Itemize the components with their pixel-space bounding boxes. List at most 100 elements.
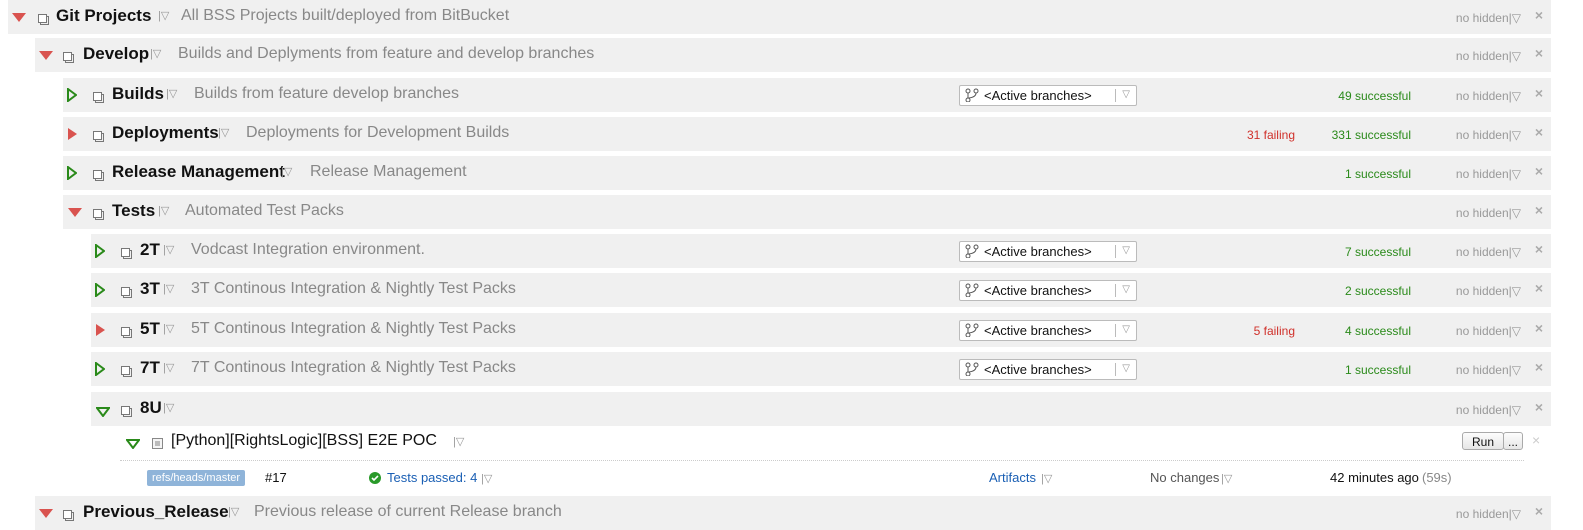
branch-selector[interactable]: <Active branches> ▽ [959,85,1137,106]
close-icon[interactable]: × [1535,202,1543,218]
hidden-filter[interactable]: no hidden|▽ [1456,206,1521,220]
project-menu-caret-icon[interactable]: |▽ [158,9,169,22]
hidden-filter[interactable]: no hidden|▽ [1456,167,1521,181]
project-menu-caret-icon[interactable]: |▽ [150,47,161,60]
more-options-button[interactable]: ... [1503,432,1523,450]
project-menu-caret-icon[interactable]: |▽ [166,87,177,100]
close-icon[interactable]: × [1535,280,1543,296]
hidden-filter-caret-icon[interactable]: |▽ [1509,284,1521,298]
build-config-name[interactable]: [Python][RightsLogic][BSS] E2E POC [171,432,437,450]
chevron-down-icon[interactable]: ▽ [1122,245,1130,256]
changes-caret-icon[interactable]: |▽ [1221,472,1232,485]
hidden-filter[interactable]: no hidden|▽ [1456,284,1521,298]
hidden-filter-caret-icon[interactable]: |▽ [1509,206,1521,220]
run-button[interactable]: Run [1462,432,1504,450]
chevron-down-icon[interactable]: ▽ [1122,284,1130,295]
project-menu-caret-icon[interactable]: |▽ [163,243,174,256]
hidden-filter[interactable]: no hidden|▽ [1456,403,1521,417]
hidden-filter-caret-icon[interactable]: |▽ [1509,167,1521,181]
close-icon[interactable]: × [1532,432,1540,448]
hidden-filter-caret-icon[interactable]: |▽ [1509,49,1521,63]
hidden-filter-caret-icon[interactable]: |▽ [1509,324,1521,338]
successful-count[interactable]: 2 successful [1345,284,1411,298]
project-menu-caret-icon[interactable]: |▽ [228,505,239,518]
successful-count[interactable]: 1 successful [1345,363,1411,377]
close-icon[interactable]: × [1535,124,1543,140]
successful-count[interactable]: 4 successful [1345,324,1411,338]
close-icon[interactable]: × [1535,7,1543,23]
project-name[interactable]: Builds [112,84,164,104]
hidden-filter-caret-icon[interactable]: |▽ [1509,245,1521,259]
close-icon[interactable]: × [1535,503,1543,519]
collapse-triangle-icon[interactable] [39,509,53,518]
project-name[interactable]: Develop [83,44,149,64]
collapse-triangle-icon[interactable] [125,436,141,454]
expand-triangle-icon[interactable] [96,324,105,336]
close-icon[interactable]: × [1535,85,1543,101]
collapse-triangle-icon[interactable] [39,51,53,60]
close-icon[interactable]: × [1535,359,1543,375]
close-icon[interactable]: × [1535,320,1543,336]
failing-count[interactable]: 5 failing [1254,324,1295,338]
branch-selector[interactable]: <Active branches> ▽ [959,320,1137,341]
close-icon[interactable]: × [1535,45,1543,61]
hidden-filter[interactable]: no hidden|▽ [1456,49,1521,63]
project-name[interactable]: Deployments [112,123,219,143]
project-menu-caret-icon[interactable]: |▽ [281,165,292,178]
project-name[interactable]: 8U [140,398,162,418]
hidden-filter-caret-icon[interactable]: |▽ [1509,363,1521,377]
hidden-filter[interactable]: no hidden|▽ [1456,11,1521,25]
successful-count[interactable]: 49 successful [1338,89,1411,103]
project-menu-caret-icon[interactable]: |▽ [163,282,174,295]
project-name[interactable]: 7T [140,358,160,378]
project-menu-caret-icon[interactable]: |▽ [163,322,174,335]
expand-triangle-icon[interactable] [68,128,77,140]
successful-count[interactable]: 1 successful [1345,167,1411,181]
collapse-triangle-icon[interactable] [12,13,26,22]
collapse-triangle-icon[interactable] [68,208,82,217]
close-icon[interactable]: × [1535,399,1543,415]
project-menu-caret-icon[interactable]: |▽ [218,126,229,139]
build-status-link[interactable]: Tests passed: 4 [387,470,477,485]
project-name[interactable]: 3T [140,279,160,299]
hidden-filter[interactable]: no hidden|▽ [1456,89,1521,103]
project-name[interactable]: Release Management [112,162,285,182]
project-name[interactable]: 5T [140,319,160,339]
branch-selector[interactable]: <Active branches> ▽ [959,280,1137,301]
hidden-filter[interactable]: no hidden|▽ [1456,324,1521,338]
hidden-filter-caret-icon[interactable]: |▽ [1509,128,1521,142]
hidden-filter-caret-icon[interactable]: |▽ [1509,11,1521,25]
hidden-filter-caret-icon[interactable]: |▽ [1509,507,1521,521]
branch-selector[interactable]: <Active branches> ▽ [959,359,1137,380]
chevron-down-icon[interactable]: ▽ [1122,363,1130,374]
close-icon[interactable]: × [1535,163,1543,179]
branch-badge[interactable]: refs/heads/master [147,470,246,486]
hidden-filter[interactable]: no hidden|▽ [1456,363,1521,377]
project-name[interactable]: Previous_Release [83,502,229,522]
project-menu-caret-icon[interactable]: |▽ [163,401,174,414]
build-config-menu-caret-icon[interactable]: |▽ [453,435,464,448]
successful-count[interactable]: 7 successful [1345,245,1411,259]
build-number[interactable]: #17 [265,470,287,485]
build-row: refs/heads/master #17 Tests passed: 4 |▽… [147,462,1524,494]
changes-label[interactable]: No changes [1150,470,1219,485]
hidden-filter[interactable]: no hidden|▽ [1456,128,1521,142]
artifacts-link[interactable]: Artifacts [989,470,1036,485]
project-name[interactable]: Git Projects [56,6,151,26]
build-status-caret-icon[interactable]: |▽ [481,472,492,485]
project-name[interactable]: 2T [140,240,160,260]
hidden-filter[interactable]: no hidden|▽ [1456,245,1521,259]
chevron-down-icon[interactable]: ▽ [1122,324,1130,335]
project-menu-caret-icon[interactable]: |▽ [163,361,174,374]
project-name[interactable]: Tests [112,201,155,221]
project-menu-caret-icon[interactable]: |▽ [158,204,169,217]
chevron-down-icon[interactable]: ▽ [1122,89,1130,100]
branch-selector[interactable]: <Active branches> ▽ [959,241,1137,262]
close-icon[interactable]: × [1535,241,1543,257]
hidden-filter-caret-icon[interactable]: |▽ [1509,89,1521,103]
successful-count[interactable]: 331 successful [1332,128,1411,142]
artifacts-caret-icon[interactable]: |▽ [1041,472,1052,485]
hidden-filter[interactable]: no hidden|▽ [1456,507,1521,521]
failing-count[interactable]: 31 failing [1247,128,1295,142]
hidden-filter-caret-icon[interactable]: |▽ [1509,403,1521,417]
